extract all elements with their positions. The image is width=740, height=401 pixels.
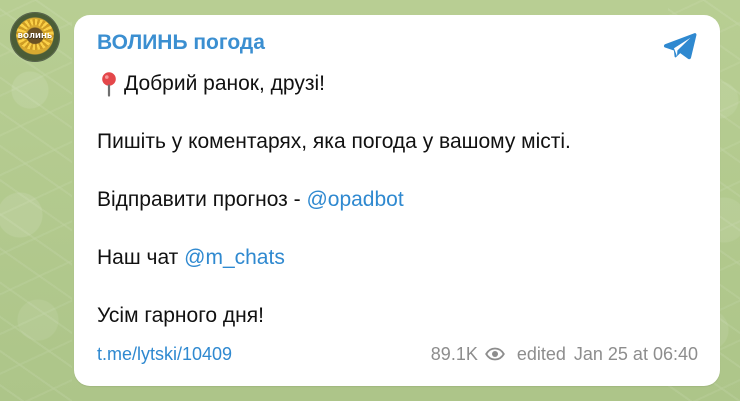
channel-avatar[interactable]: ВОЛИНЬ — [10, 12, 60, 62]
avatar-text: ВОЛИНЬ — [17, 32, 53, 40]
opadbot-mention-link[interactable]: @opadbot — [306, 188, 403, 211]
share-button[interactable] — [661, 29, 699, 63]
eye-icon — [485, 347, 505, 361]
forecast-line: Відправити прогноз - @opadbot — [97, 186, 404, 214]
post-link[interactable]: t.me/lytski/10409 — [97, 345, 232, 363]
message-meta: 89.1K edited Jan 25 at 06:40 — [431, 345, 698, 363]
view-count-value: 89.1K — [430, 344, 478, 364]
greeting-line: Добрий ранок, друзі! — [97, 70, 325, 98]
closing-line: Усім гарного дня! — [97, 304, 264, 327]
chat-line: Наш чат @m_chats — [97, 244, 285, 272]
pin-icon — [102, 72, 116, 97]
greeting-text: Добрий ранок, друзі! — [124, 72, 325, 95]
edited-label: edited — [516, 344, 566, 364]
message-footer: t.me/lytski/10409 89.1K edited Jan 25 at… — [97, 344, 698, 364]
message-timestamp: Jan 25 at 06:40 — [573, 344, 698, 364]
comments-prompt: Пишіть у коментарях, яка погода у вашому… — [97, 130, 571, 153]
forecast-prefix: Відправити прогноз - — [97, 188, 307, 211]
message-bubble: ВОЛИНЬ погода Добрий ранок, друзі! Пишіт… — [74, 15, 720, 386]
chat-mention-link[interactable]: @m_chats — [184, 246, 285, 269]
channel-name[interactable]: ВОЛИНЬ погода — [97, 32, 265, 53]
telegram-send-icon — [663, 33, 697, 60]
chat-prefix: Наш чат — [97, 246, 185, 269]
view-count: 89.1K — [431, 345, 505, 363]
